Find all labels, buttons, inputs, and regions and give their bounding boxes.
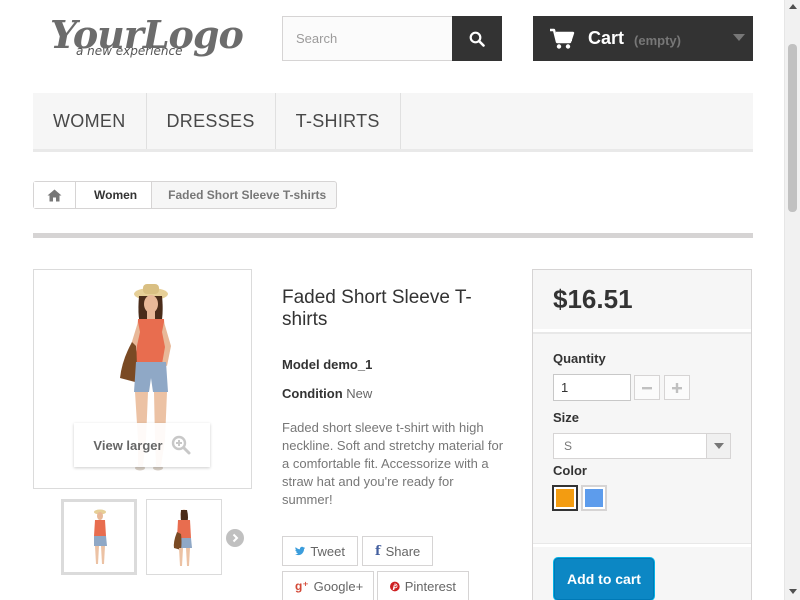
model-label: Model — [282, 357, 320, 372]
home-icon — [47, 189, 62, 201]
color-swatch-orange[interactable] — [552, 485, 578, 511]
breadcrumb-current: Faded Short Sleeve T-shirts — [168, 188, 327, 202]
condition-label: Condition — [282, 386, 343, 401]
cart-status: (empty) — [634, 32, 681, 48]
search-box — [282, 16, 454, 61]
share-label: Share — [385, 543, 421, 559]
section-divider — [33, 233, 753, 238]
cart-icon — [550, 28, 575, 49]
thumbnail-image — [94, 509, 107, 564]
tweet-label: Tweet — [310, 543, 345, 559]
product-thumbnail[interactable] — [146, 499, 222, 575]
pinterest-icon — [390, 581, 400, 591]
google-plus-icon: g⁺ — [295, 579, 309, 593]
product-thumbnail[interactable] — [61, 499, 137, 575]
model-value: demo_1 — [323, 357, 373, 372]
search-icon — [469, 31, 485, 47]
pinterest-label: Pinterest — [404, 578, 456, 594]
zoom-in-icon — [171, 435, 191, 455]
store-logo[interactable]: YourLogo a new experience — [48, 10, 244, 64]
chevron-down-icon — [713, 442, 724, 449]
cart-label: Cart — [588, 28, 625, 48]
add-to-cart-button[interactable]: Add to cart — [553, 557, 655, 600]
product-title: Faded Short Sleeve T-shirts — [282, 287, 472, 330]
facebook-icon: f — [375, 543, 381, 559]
breadcrumb-home[interactable] — [34, 182, 76, 208]
product-condition: Condition New — [282, 386, 372, 401]
product-model: Model demo_1 — [282, 357, 372, 372]
page-scrollbar[interactable] — [784, 0, 800, 600]
scroll-down-arrow[interactable] — [789, 589, 797, 594]
facebook-share-button[interactable]: f Share — [362, 536, 433, 566]
view-larger-label: View larger — [93, 437, 163, 453]
size-selected-value: S — [564, 439, 573, 453]
quantity-decrease-button[interactable] — [634, 375, 660, 400]
view-larger-button[interactable]: View larger — [74, 423, 210, 467]
quantity-label: Quantity — [553, 351, 606, 366]
color-label: Color — [553, 463, 587, 478]
scrollbar-thumb[interactable] — [788, 44, 797, 212]
color-swatch-fill — [585, 489, 603, 507]
tweet-button[interactable]: Tweet — [282, 536, 358, 566]
menu-item-tshirts[interactable]: T-SHIRTS — [276, 93, 401, 149]
minus-icon — [642, 386, 652, 389]
cart-button[interactable]: Cart (empty) — [533, 16, 753, 61]
color-swatch-blue[interactable] — [581, 485, 607, 511]
thumbnail-image — [173, 509, 192, 566]
twitter-icon — [295, 546, 306, 556]
quantity-increase-button[interactable] — [664, 375, 690, 400]
pinterest-button[interactable]: Pinterest — [377, 571, 469, 600]
price-area: $16.51 — [533, 270, 751, 332]
menu-item-women[interactable]: WOMEN — [33, 93, 147, 149]
search-input[interactable] — [283, 17, 454, 60]
buy-box-divider — [533, 544, 751, 547]
product-page: YourLogo a new experience Cart (empty) W… — [0, 0, 800, 600]
logo-tagline: a new experience — [76, 44, 183, 58]
quantity-field[interactable] — [553, 374, 631, 401]
breadcrumb-women[interactable]: Women — [76, 182, 153, 208]
product-description: Faded short sleeve t-shirt with high nec… — [282, 420, 504, 507]
google-plus-label: Google+ — [313, 578, 364, 594]
chevron-down-icon — [733, 34, 745, 41]
google-plus-button[interactable]: g⁺ Google+ — [282, 571, 374, 600]
condition-value: New — [346, 386, 373, 401]
thumbnails-next-button[interactable] — [226, 529, 244, 547]
main-menu: WOMEN DRESSES T-SHIRTS — [33, 93, 753, 152]
breadcrumb: Women Faded Short Sleeve T-shirts — [33, 181, 338, 209]
size-dropdown-toggle[interactable] — [706, 434, 730, 458]
buy-box: $16.51 Quantity Size S Color Add to cart — [532, 269, 752, 600]
menu-item-dresses[interactable]: DRESSES — [147, 93, 276, 149]
chevron-right-icon — [232, 533, 239, 543]
product-price: $16.51 — [553, 284, 633, 314]
scroll-up-arrow[interactable] — [789, 4, 797, 9]
size-label: Size — [553, 410, 580, 425]
plus-icon — [672, 382, 682, 393]
size-select[interactable]: S — [553, 433, 731, 459]
color-swatch-fill — [556, 489, 574, 507]
search-button[interactable] — [452, 16, 502, 61]
